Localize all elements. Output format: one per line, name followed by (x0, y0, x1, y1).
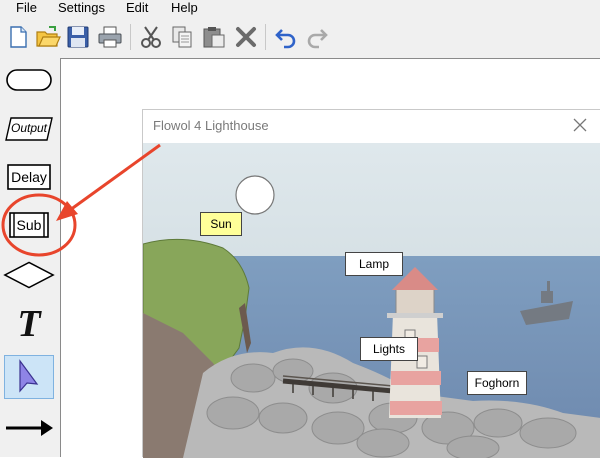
annotation-overlay (1, 143, 161, 257)
highlight-circle (1, 193, 77, 257)
annotation-arrow-line (69, 143, 161, 212)
